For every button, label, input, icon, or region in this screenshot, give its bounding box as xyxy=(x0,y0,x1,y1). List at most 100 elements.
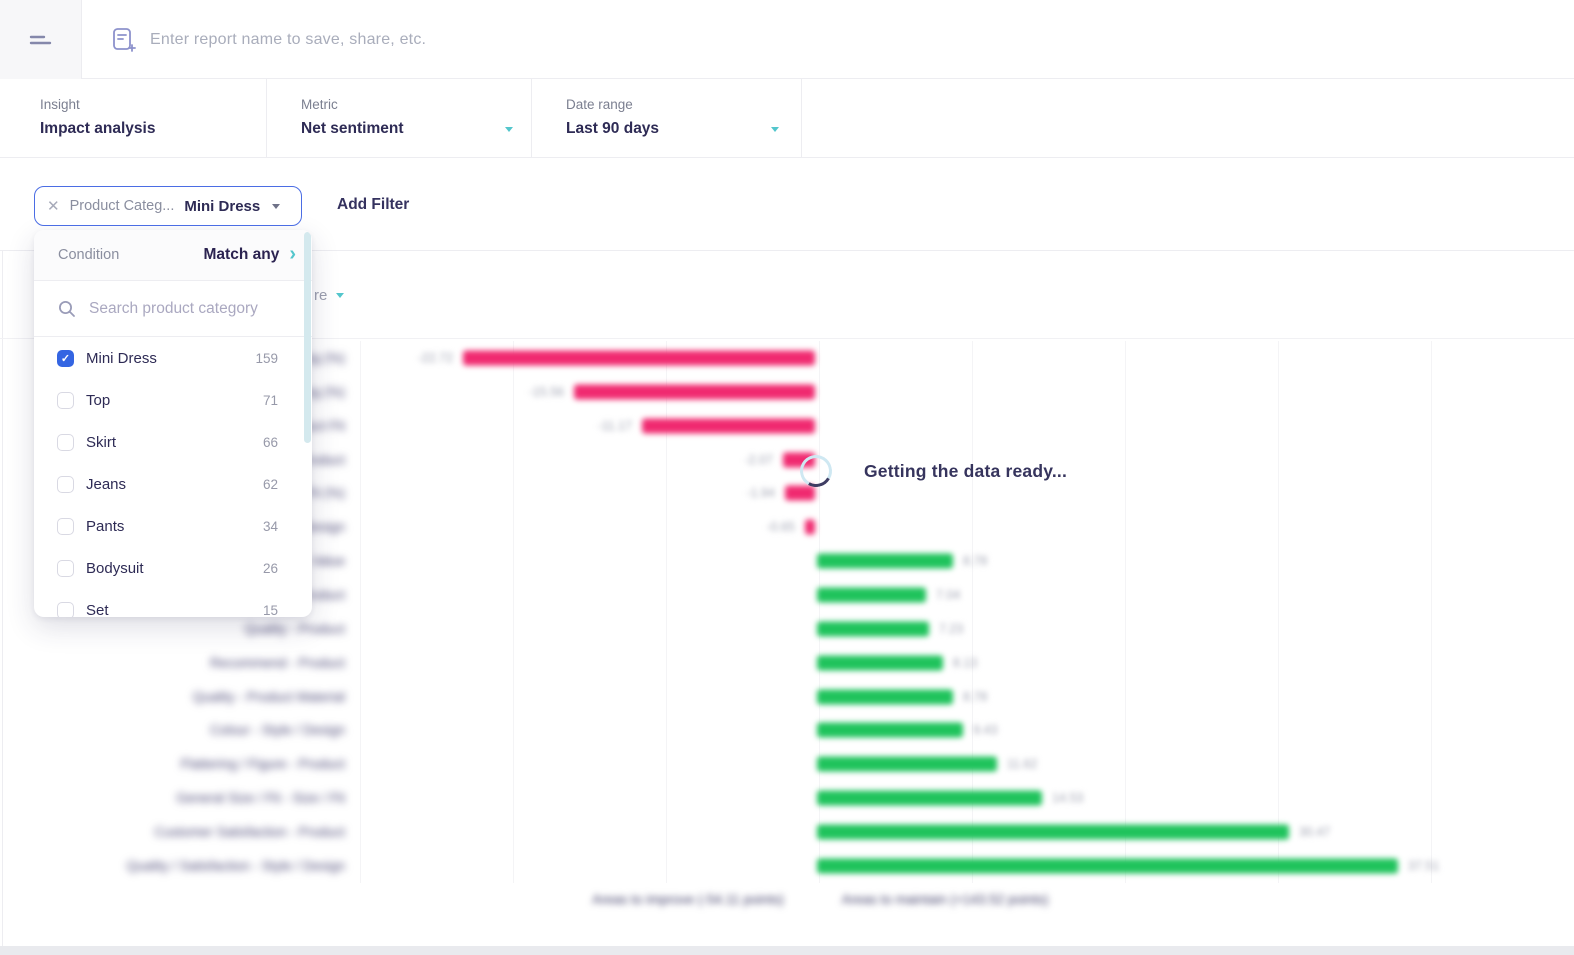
category-label: Colour - Style / Design xyxy=(209,722,345,738)
remove-filter-icon[interactable]: ✕ xyxy=(47,199,60,214)
chevron-right-icon: › xyxy=(289,243,296,265)
option-count: 71 xyxy=(262,392,278,408)
category-option-list: ✓ Mini Dress 159 Top 71 Skirt 66 Jeans 62 Pants 34… xyxy=(34,337,312,617)
date-range-value: Last 90 days xyxy=(566,120,660,137)
checkbox-icon[interactable] xyxy=(57,601,74,617)
chart-groupby-dropdown[interactable]: re xyxy=(314,287,345,304)
bar-value: -1.94 xyxy=(746,486,775,501)
negative-bar xyxy=(463,350,815,366)
condition-value: Match any xyxy=(203,246,280,263)
option-count: 34 xyxy=(262,518,278,534)
condition-label: Condition xyxy=(58,247,120,263)
positive-bar xyxy=(817,655,943,671)
bar-value: 8.13 xyxy=(952,655,978,670)
bar-value: -15.56 xyxy=(528,384,564,399)
category-label: Quality - Product xyxy=(244,621,345,637)
report-name-placeholder: Enter report name to save, share, etc. xyxy=(150,30,427,48)
divider xyxy=(266,79,267,158)
divider xyxy=(801,79,802,158)
positive-bar xyxy=(817,689,953,704)
add-filter-button[interactable]: Add Filter xyxy=(337,196,409,214)
positive-bar xyxy=(817,858,1399,874)
bar-value: 11.62 xyxy=(1006,757,1038,772)
impact-analysis-page: Enter report name to save, share, etc. I… xyxy=(0,0,1574,955)
chart-row: Quality - Product Material 8.78 xyxy=(0,680,1574,714)
axis-caption: Areas to maintain (+143.52 points) xyxy=(841,892,1049,907)
chart-row: Recommend - Product 8.13 xyxy=(0,646,1574,680)
option-count: 62 xyxy=(262,476,278,492)
category-option[interactable]: Jeans 62 xyxy=(34,463,312,505)
divider xyxy=(531,79,532,158)
negative-bar xyxy=(641,418,815,434)
category-label: Quality - Product Material xyxy=(192,689,345,704)
option-count: 66 xyxy=(262,434,278,450)
positive-bar xyxy=(817,621,929,637)
positive-bar xyxy=(817,722,964,738)
bar-value: 8.78 xyxy=(963,689,988,704)
positive-bar xyxy=(817,553,953,569)
condition-row[interactable]: Condition Match any › xyxy=(34,230,312,281)
date-range-dropdown[interactable]: Date range Last 90 days xyxy=(566,79,780,158)
report-add-icon xyxy=(113,27,136,52)
metric-dropdown[interactable]: Metric Net sentiment xyxy=(301,79,513,158)
date-range-label: Date range xyxy=(566,97,633,112)
negative-bar xyxy=(573,384,815,400)
loading-spinner-icon xyxy=(796,451,836,491)
checkbox-icon[interactable] xyxy=(57,475,74,493)
chevron-down-icon xyxy=(771,126,780,132)
category-search-input[interactable]: Search product category xyxy=(34,281,312,337)
category-option[interactable]: Pants 34 xyxy=(34,505,312,547)
category-option[interactable]: ✓ Mini Dress 159 xyxy=(34,337,312,379)
option-label: Pants xyxy=(86,517,125,535)
category-option[interactable]: Set 15 xyxy=(34,589,312,617)
category-label: Flattering / Figure - Product xyxy=(180,756,345,772)
metric-value: Net sentiment xyxy=(301,120,404,137)
category-option[interactable]: Top 71 xyxy=(34,379,312,421)
chart-row: Quality / Satisfaction - Style / Design 3… xyxy=(0,849,1574,883)
loading-overlay: Getting the data ready... xyxy=(796,451,1068,491)
chart-groupby-label-fragment: re xyxy=(314,287,328,304)
bar-value: -22.72 xyxy=(417,351,454,365)
option-count: 26 xyxy=(262,560,278,576)
insight-control[interactable]: Insight Impact analysis xyxy=(40,79,155,158)
checkbox-checked-icon[interactable]: ✓ xyxy=(57,349,74,367)
checkbox-icon[interactable] xyxy=(57,517,74,535)
negative-bar xyxy=(784,485,815,501)
chevron-down-icon xyxy=(504,126,513,132)
bar-value: 37.51 xyxy=(1408,858,1440,873)
bar-value: 30.47 xyxy=(1298,824,1331,839)
category-label: Customer Satisfaction - Product xyxy=(154,824,345,840)
search-icon xyxy=(59,300,75,317)
chart-row: Customer Satisfaction - Product 30.47 xyxy=(0,815,1574,849)
checkbox-icon[interactable] xyxy=(57,559,74,577)
loading-text: Getting the data ready... xyxy=(864,460,1068,481)
bar-value: -11.17 xyxy=(597,418,632,433)
chevron-down-icon xyxy=(336,293,345,298)
insight-label: Insight xyxy=(40,97,80,112)
bar-value: 7.23 xyxy=(938,621,964,636)
option-count: 159 xyxy=(255,350,278,366)
positive-bar xyxy=(817,824,1289,840)
option-label: Bodysuit xyxy=(86,559,144,577)
filter-chip-category: Product Categ... xyxy=(69,198,175,214)
category-option[interactable]: Bodysuit 26 xyxy=(34,547,312,589)
scrollbar-thumb[interactable] xyxy=(304,232,311,443)
chart-row: Flattering / Figure - Product 11.62 xyxy=(0,747,1574,781)
category-option[interactable]: Skirt 66 xyxy=(34,421,312,463)
menu-lines-icon xyxy=(29,35,51,44)
report-name-field[interactable]: Enter report name to save, share, etc. xyxy=(100,0,426,79)
top-bar: Enter report name to save, share, etc. xyxy=(0,0,1574,79)
checkbox-icon[interactable] xyxy=(57,433,74,451)
bar-value: -0.65 xyxy=(766,520,795,535)
checkbox-icon[interactable] xyxy=(57,391,74,409)
category-label: Quality / Satisfaction - Style / Design xyxy=(126,858,345,874)
insight-value: Impact analysis xyxy=(40,120,156,137)
menu-button[interactable] xyxy=(0,0,82,79)
negative-bar xyxy=(804,519,815,535)
category-label: General Size / Fit - Size / Fit xyxy=(176,790,345,806)
product-category-filter-chip[interactable]: ✕ Product Categ... Mini Dress xyxy=(34,186,302,226)
axis-caption: Areas to improve (-54.11 points) xyxy=(592,892,784,907)
bar-value: 8.78 xyxy=(963,554,988,569)
option-count: 15 xyxy=(262,602,278,618)
positive-bar xyxy=(817,756,997,772)
